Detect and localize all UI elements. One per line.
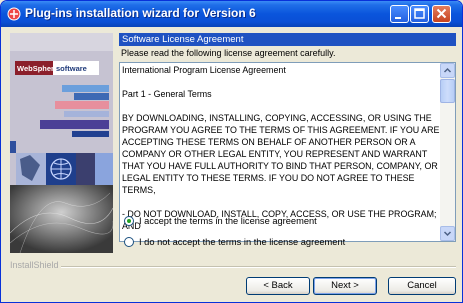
- close-button[interactable]: [432, 5, 451, 23]
- scroll-up-button[interactable]: [440, 63, 455, 78]
- vertical-scrollbar[interactable]: [440, 63, 455, 241]
- license-text: International Program License Agreement …: [122, 64, 440, 232]
- scroll-thumb[interactable]: [440, 79, 455, 103]
- license-text-area[interactable]: International Program License Agreement …: [119, 62, 456, 242]
- minimize-button[interactable]: [390, 5, 409, 23]
- next-button[interactable]: Next >: [313, 277, 377, 295]
- section-title: Software License Agreement: [122, 34, 244, 45]
- software-logo-text: software: [56, 64, 87, 73]
- installshield-brand: InstallShield: [10, 260, 59, 270]
- instruction-text: Please read the following license agreem…: [121, 48, 336, 58]
- license-paragraph: BY DOWNLOADING, INSTALLING, COPYING, ACC…: [122, 113, 440, 195]
- decline-radio[interactable]: I do not accept the terms in the license…: [124, 237, 345, 247]
- back-button[interactable]: < Back: [246, 277, 310, 295]
- chevron-up-icon: [443, 67, 452, 73]
- accept-radio[interactable]: I accept the terms in the license agreem…: [124, 216, 317, 226]
- close-icon: [436, 8, 447, 19]
- window-title: Plug-ins installation wizard for Version…: [25, 6, 256, 20]
- license-heading: International Program License Agreement: [122, 65, 286, 75]
- minimize-icon: [395, 17, 401, 19]
- websphere-graphic: WebSphere software: [10, 33, 113, 253]
- decline-label: I do not accept the terms in the license…: [139, 237, 346, 247]
- cancel-button[interactable]: Cancel: [388, 277, 456, 295]
- section-banner: Software License Agreement: [119, 33, 456, 46]
- accept-radio-button[interactable]: [124, 216, 134, 226]
- app-icon: [7, 7, 21, 21]
- maximize-icon: [414, 8, 425, 19]
- title-bar[interactable]: Plug-ins installation wizard for Version…: [1, 1, 462, 27]
- scroll-down-button[interactable]: [440, 226, 455, 241]
- accept-label: I accept the terms in the license agreem…: [139, 216, 317, 226]
- wizard-graphic-panel: WebSphere software: [10, 33, 113, 253]
- installer-window: Plug-ins installation wizard for Version…: [0, 0, 463, 303]
- footer-divider: [61, 266, 456, 268]
- decline-radio-button[interactable]: [124, 237, 134, 247]
- chevron-down-icon: [443, 231, 452, 237]
- websphere-logo-text: WebSphere: [17, 64, 58, 73]
- maximize-button[interactable]: [410, 5, 429, 23]
- license-part: Part 1 - General Terms: [122, 89, 212, 99]
